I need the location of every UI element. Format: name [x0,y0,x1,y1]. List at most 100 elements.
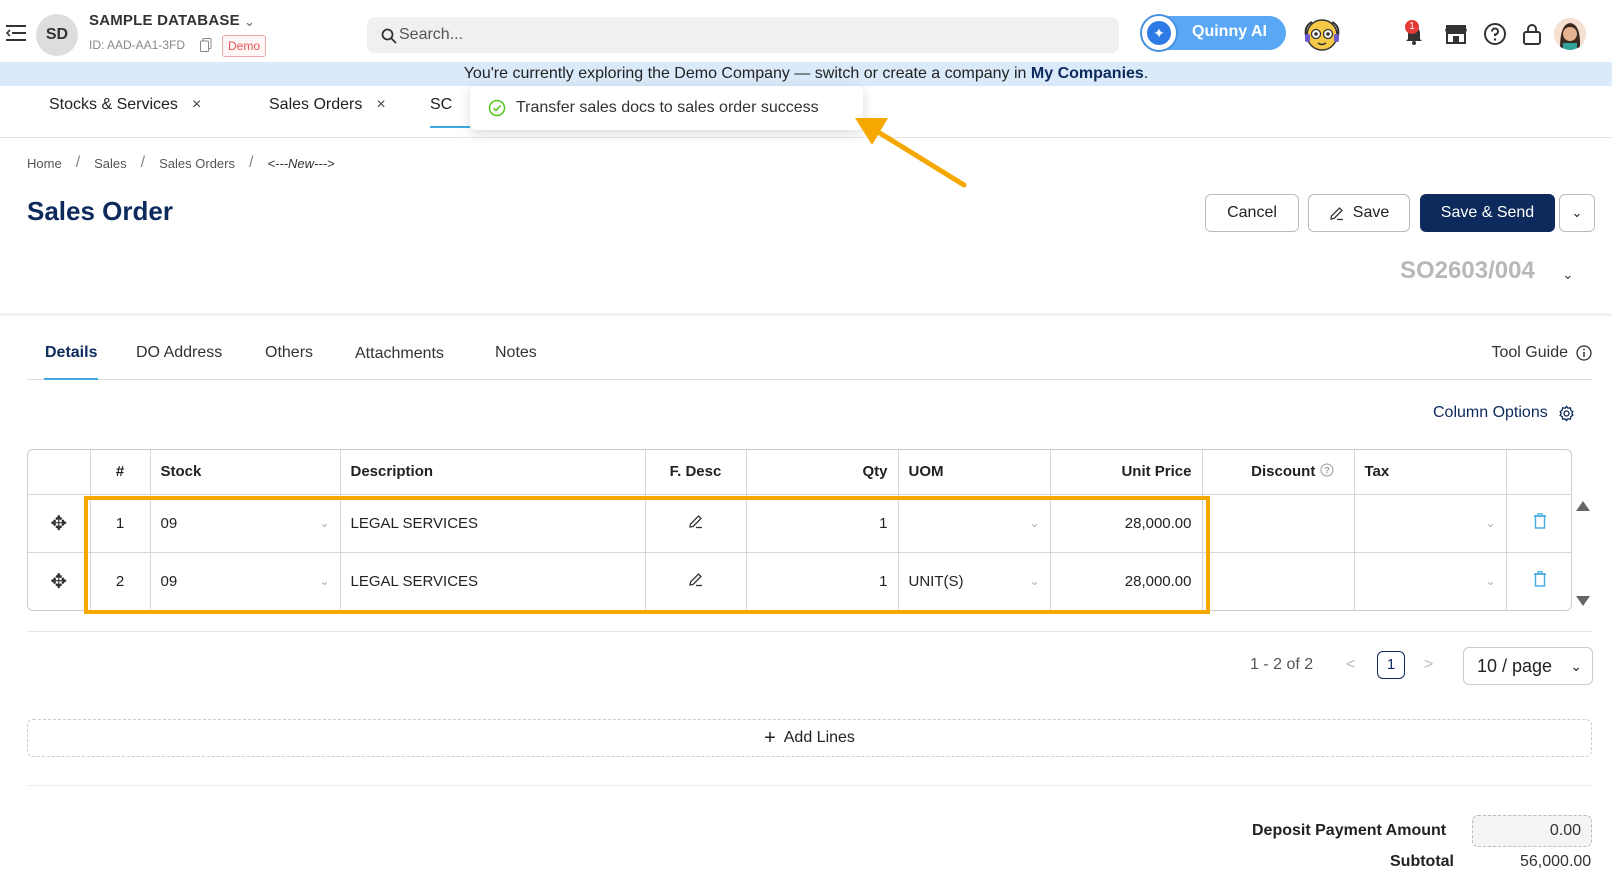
prev-page-icon[interactable]: < [1346,656,1355,674]
col-header-qty: Qty [746,450,899,495]
discount-label: Discount [1251,463,1316,481]
bot-icon[interactable] [1302,14,1342,54]
save-send-button[interactable]: Save & Send [1420,194,1555,232]
close-icon[interactable]: × [376,96,385,114]
database-id: ID: AAD-AA1-3FD [89,38,186,52]
col-header-uom: UOM [898,450,1051,495]
top-bar: SD SAMPLE DATABASE ⌄ ID: AAD-AA1-3FD Dem… [0,0,1612,62]
breadcrumb-sales[interactable]: Sales [94,156,127,171]
my-companies-link[interactable]: My Companies [1031,65,1144,82]
menu-icon[interactable] [6,24,28,42]
discount-cell[interactable] [1202,494,1355,553]
quinny-ai-icon: ✦ [1140,14,1178,52]
help-icon[interactable] [1483,22,1507,46]
breadcrumb-home[interactable]: Home [27,156,62,171]
close-icon[interactable]: × [192,96,201,114]
document-number[interactable]: SO2603/004 [1400,257,1535,285]
tab-do-address[interactable]: DO Address [136,344,222,362]
column-options-button[interactable]: Column Options [1433,404,1575,422]
quinny-ai-button[interactable]: ✦ Quinny AI [1140,14,1286,52]
tab-sales-order-new[interactable]: SC [430,96,452,114]
uom-select[interactable]: ⌄ [898,494,1051,553]
tax-select[interactable]: ⌄ [1354,552,1507,610]
breadcrumb-separator: / [140,154,146,171]
delete-row-button[interactable] [1506,494,1571,553]
drag-handle-icon[interactable]: ✥ [28,552,91,610]
banner-text: You're currently exploring the Demo Comp… [463,65,1031,82]
more-actions-button[interactable]: ⌄ [1559,194,1595,232]
copy-icon[interactable] [200,38,212,52]
success-toast: Transfer sales docs to sales order succe… [470,86,863,130]
company-avatar[interactable]: SD [36,14,78,56]
tab-label: Sales Orders [269,96,363,113]
svg-text:?: ? [1324,466,1330,476]
tool-guide-button[interactable]: Tool Guide [1492,344,1593,362]
help-icon[interactable]: ? [1320,463,1334,477]
col-header-drag [28,450,91,495]
add-lines-button[interactable]: + Add Lines [27,719,1592,757]
discount-cell[interactable] [1202,552,1355,610]
next-page-icon[interactable]: > [1424,656,1433,674]
tab-label: Stocks & Services [49,96,178,113]
qty-cell[interactable]: 1 [746,552,899,610]
search-bar[interactable] [367,17,1119,53]
tab-stocks-services[interactable]: Stocks & Services × [49,96,201,114]
uom-select[interactable]: UNIT(S) ⌄ [898,552,1051,610]
chevron-down-icon[interactable]: ⌄ [244,14,255,30]
user-avatar[interactable] [1554,18,1586,50]
table-header-row: # Stock Description F. Desc Qty UOM Unit… [28,450,1571,495]
unit-price-cell[interactable]: 28,000.00 [1050,494,1203,553]
breadcrumb-separator: / [249,154,254,171]
chevron-down-icon: ⌄ [319,574,330,589]
notification-badge: 1 [1405,20,1419,34]
save-label: Save [1352,204,1390,221]
detail-tabs: Details DO Address Others Attachments No… [27,330,1592,380]
active-tab-indicator [44,378,98,380]
col-header-description: Description [340,450,646,495]
subtotal-value: 56,000.00 [1520,853,1592,870]
chevron-down-icon[interactable]: ⌄ [1562,266,1574,283]
breadcrumb-current: <---New---> [267,155,335,171]
database-name[interactable]: SAMPLE DATABASE [89,12,240,29]
tab-sales-orders[interactable]: Sales Orders × [269,96,386,114]
tool-guide-label: Tool Guide [1491,344,1569,361]
unit-price-cell[interactable]: 28,000.00 [1050,552,1203,610]
scroll-down-icon[interactable] [1576,596,1590,606]
tab-notes[interactable]: Notes [495,344,537,362]
tab-details[interactable]: Details [45,344,97,362]
cancel-button[interactable]: Cancel [1205,194,1299,232]
column-options-label: Column Options [1433,404,1548,421]
breadcrumb-sales-orders[interactable]: Sales Orders [159,156,235,171]
search-input[interactable] [399,17,1099,53]
deposit-input[interactable] [1472,815,1592,847]
stock-select[interactable]: 09 ⌄ [150,552,341,610]
deposit-label: Deposit Payment Amount [1252,822,1447,839]
pagination-page[interactable]: 1 [1377,651,1405,679]
description-cell[interactable]: LEGAL SERVICES [340,552,646,610]
stock-select[interactable]: 09 ⌄ [150,494,341,553]
uom-value: UNIT(S) [908,572,964,590]
description-cell[interactable]: LEGAL SERVICES [340,494,646,553]
save-button[interactable]: Save [1308,194,1410,232]
tab-others[interactable]: Others [265,344,313,362]
stock-value: 09 [160,514,178,532]
delete-row-button[interactable] [1506,552,1571,610]
tax-select[interactable]: ⌄ [1354,494,1507,553]
chevron-down-icon: ⌄ [1485,574,1496,589]
section-divider [0,313,1612,316]
demo-badge: Demo [222,35,267,57]
drag-handle-icon[interactable]: ✥ [28,494,91,553]
qty-cell[interactable]: 1 [746,494,899,553]
col-header-tax: Tax [1354,450,1507,495]
tab-attachments[interactable]: Attachments [355,345,444,363]
fdesc-edit-button[interactable] [645,494,747,553]
edit-icon [688,573,702,587]
trash-icon [1533,571,1546,587]
store-icon[interactable] [1444,22,1468,46]
page-title: Sales Order [27,196,173,226]
fdesc-edit-button[interactable] [645,552,747,610]
table-row: ✥ 1 09 ⌄ LEGAL SERVICES 1 ⌄ 28,000.00 ⌄ [28,494,1571,553]
page-size-select[interactable]: 10 / page ⌄ [1463,647,1593,685]
lock-icon[interactable] [1520,22,1544,46]
scroll-up-icon[interactable] [1576,501,1590,511]
